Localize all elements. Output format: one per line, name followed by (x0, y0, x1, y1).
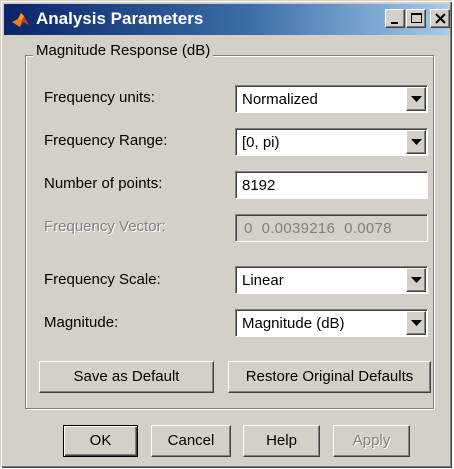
frequency-units-value: Normalized (242, 91, 318, 108)
frequency-units-select[interactable]: Normalized (235, 85, 428, 113)
frequency-units-label: Frequency units: (44, 89, 155, 106)
chevron-down-icon (411, 320, 422, 326)
matlab-icon (11, 10, 30, 29)
frequency-units-dropdown-button[interactable] (406, 87, 426, 111)
frequency-range-label: Frequency Range: (44, 132, 168, 149)
number-of-points-input[interactable]: 8192 (235, 171, 428, 199)
frequency-vector-label: Frequency Vector: (44, 218, 166, 235)
magnitude-label: Magnitude: (44, 314, 119, 331)
chevron-down-icon (411, 277, 422, 283)
frequency-range-value: [0, pi) (242, 134, 280, 151)
magnitude-value: Magnitude (dB) (242, 315, 345, 332)
number-of-points-value: 8192 (242, 177, 276, 194)
group-legend: Magnitude Response (dB) (33, 42, 214, 59)
frequency-range-select[interactable]: [0, pi) (235, 128, 428, 156)
frequency-vector-value: 0 0.0039216 0.0078 (244, 220, 392, 237)
maximize-icon (411, 13, 422, 23)
close-button[interactable] (430, 9, 450, 28)
frequency-scale-dropdown-button[interactable] (406, 268, 426, 292)
frequency-scale-select[interactable]: Linear (235, 266, 428, 294)
help-button[interactable]: Help (243, 425, 320, 457)
frequency-range-dropdown-button[interactable] (406, 130, 426, 154)
window-title: Analysis Parameters (36, 9, 204, 28)
minimize-icon (391, 22, 398, 24)
frequency-scale-label: Frequency Scale: (44, 271, 161, 288)
magnitude-select[interactable]: Magnitude (dB) (235, 309, 428, 337)
restore-defaults-button[interactable]: Restore Original Defaults (228, 361, 431, 393)
close-icon (435, 13, 446, 24)
chevron-down-icon (411, 139, 422, 145)
cancel-button[interactable]: Cancel (151, 425, 231, 457)
magnitude-dropdown-button[interactable] (406, 311, 426, 335)
apply-button: Apply (333, 425, 410, 457)
number-of-points-label: Number of points: (44, 175, 163, 192)
maximize-button[interactable] (406, 9, 426, 28)
chevron-down-icon (411, 96, 422, 102)
frequency-vector-input: 0 0.0039216 0.0078 (235, 214, 428, 242)
title-bar[interactable]: Analysis Parameters (4, 4, 450, 35)
minimize-button[interactable] (385, 9, 405, 28)
ok-button[interactable]: OK (63, 425, 138, 457)
analysis-parameters-dialog: Analysis Parameters Magnitude Response (… (0, 0, 452, 468)
save-as-default-button[interactable]: Save as Default (39, 361, 214, 393)
frequency-scale-value: Linear (242, 272, 284, 289)
